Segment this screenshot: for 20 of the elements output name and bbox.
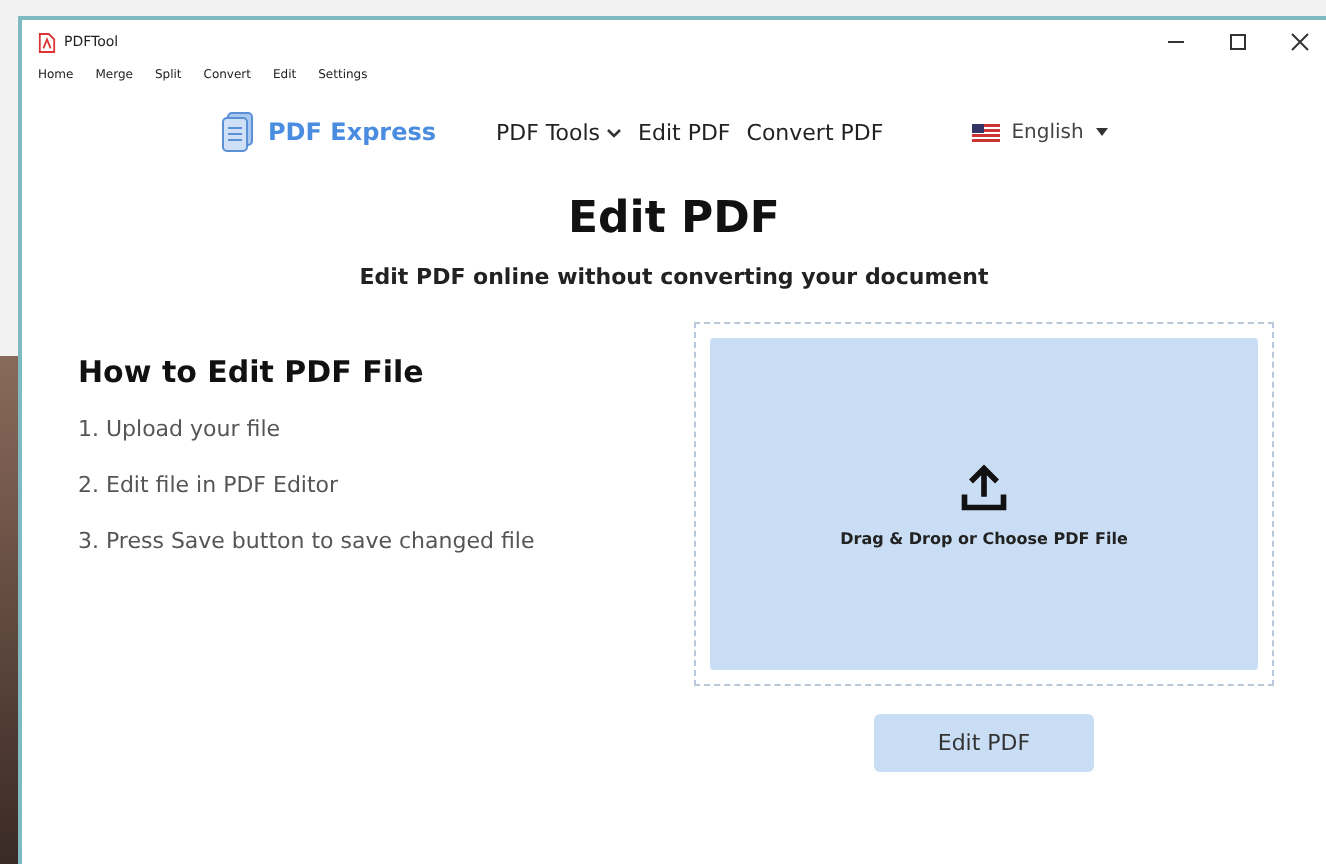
- page-title: Edit PDF: [566, 194, 782, 244]
- step-text: 2. Edit file in PDF Editor: [78, 470, 341, 502]
- dropzone-label: Drag & Drop or Choose PDF File: [840, 529, 1128, 547]
- edit-pdf-button[interactable]: Edit PDF: [874, 714, 1094, 772]
- dropzone[interactable]: Drag & Drop or Choose PDF File: [710, 338, 1258, 670]
- nav-link[interactable]: PDF Tools: [496, 119, 623, 145]
- close-icon[interactable]: [1290, 32, 1310, 52]
- upload-icon: [958, 461, 1010, 513]
- section-heading: How to Edit PDF File: [78, 354, 426, 390]
- nav-link[interactable]: Convert PDF: [746, 119, 884, 145]
- document-icon: [222, 112, 254, 152]
- flag-icon: [971, 123, 1000, 141]
- maximize-icon[interactable]: [1228, 32, 1248, 52]
- caret-icon: [1095, 128, 1108, 136]
- pdf-file-icon: [38, 31, 56, 53]
- language-selector[interactable]: English: [971, 121, 1108, 143]
- step-text: 3. Press Save button to save changed file: [78, 526, 537, 558]
- nav-link[interactable]: Edit PDF: [638, 119, 731, 145]
- step-text: 1. Upload your file: [78, 414, 283, 446]
- page-subtitle: Edit PDF online without converting your document: [357, 264, 991, 290]
